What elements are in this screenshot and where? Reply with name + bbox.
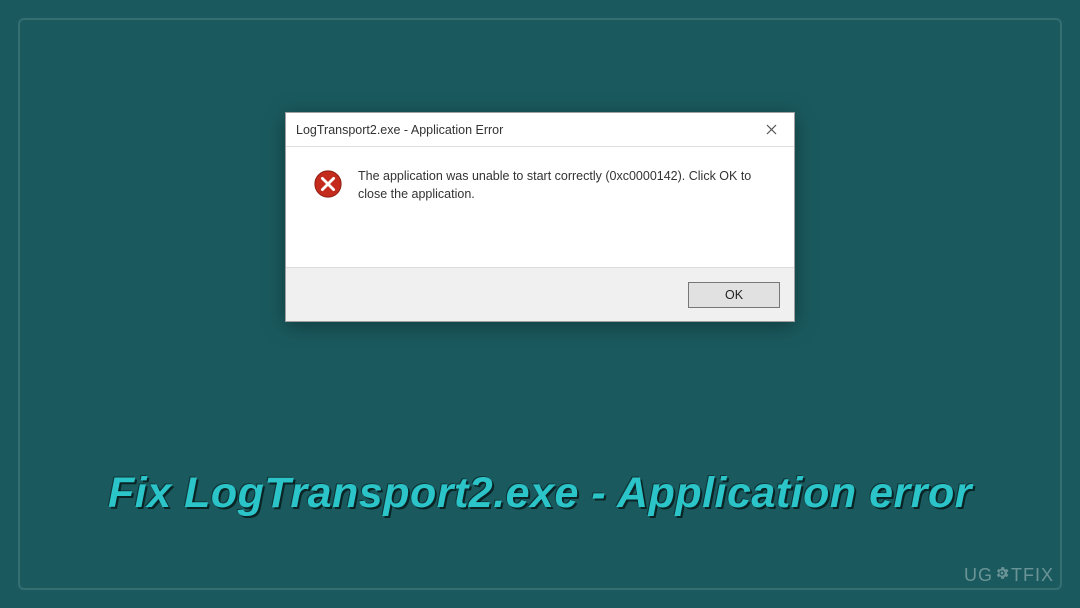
dialog-footer: OK bbox=[286, 267, 794, 321]
watermark-logo: UG TFIX bbox=[964, 565, 1054, 586]
dialog-body: The application was unable to start corr… bbox=[286, 147, 794, 267]
dialog-title: LogTransport2.exe - Application Error bbox=[296, 123, 503, 137]
error-dialog: LogTransport2.exe - Application Error Th… bbox=[285, 112, 795, 322]
dialog-titlebar: LogTransport2.exe - Application Error bbox=[286, 113, 794, 147]
message-wrap: The application was unable to start corr… bbox=[348, 167, 772, 257]
close-button[interactable] bbox=[748, 113, 794, 147]
close-icon bbox=[766, 124, 777, 135]
error-icon bbox=[313, 169, 343, 199]
watermark-prefix: UG bbox=[964, 565, 993, 586]
ok-button[interactable]: OK bbox=[688, 282, 780, 308]
gear-icon bbox=[994, 565, 1010, 586]
page-headline: Fix LogTransport2.exe - Application erro… bbox=[0, 469, 1080, 518]
error-message: The application was unable to start corr… bbox=[358, 167, 772, 203]
watermark-suffix: TFIX bbox=[1011, 565, 1054, 586]
error-icon-wrap bbox=[308, 167, 348, 257]
